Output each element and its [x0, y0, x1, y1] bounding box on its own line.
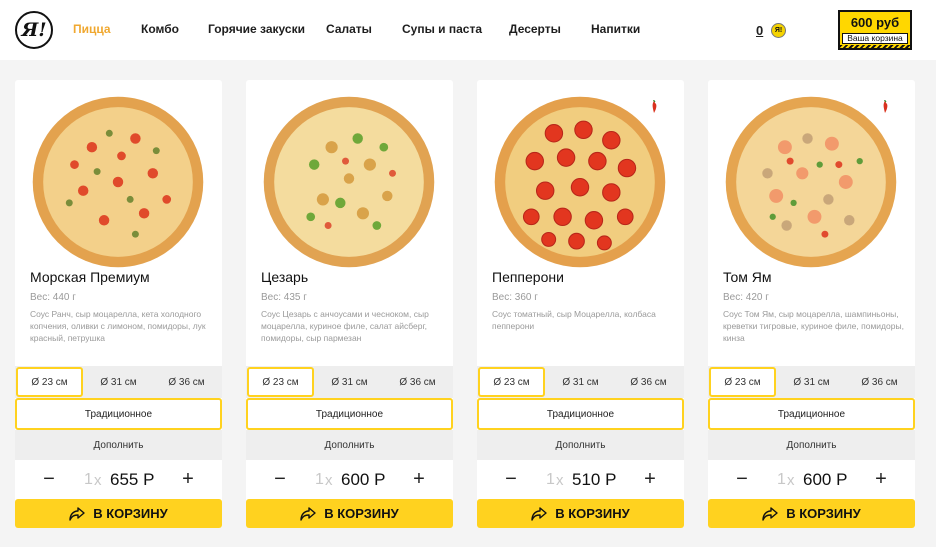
product-card: Том Ям Вес: 420 г Соус Том Ям, сыр моцар… — [708, 80, 915, 528]
cart-button[interactable]: 600 руб Ваша корзина — [838, 10, 912, 50]
nav-item-desserts[interactable]: Десерты — [509, 22, 561, 36]
product-title[interactable]: Пепперони — [492, 269, 564, 285]
product-weight: Вес: 420 г — [723, 292, 769, 303]
quantity-value: 1 — [546, 471, 555, 488]
cart-label: Ваша корзина — [842, 33, 908, 44]
product-title[interactable]: Цезарь — [261, 269, 308, 285]
arrow-forward-icon — [762, 506, 778, 521]
dough-option[interactable]: Традиционное — [246, 398, 453, 430]
product-weight: Вес: 440 г — [30, 292, 76, 303]
size-selector: Ø 23 см Ø 31 см Ø 36 см — [246, 366, 453, 398]
add-extras-button[interactable]: Дополнить — [246, 430, 453, 460]
arrow-forward-icon — [531, 506, 547, 521]
product-description: Соус томатный, сыр Моцарелла, колбаса пе… — [492, 309, 656, 331]
times-sign: x — [325, 472, 333, 489]
site-header: Я! Пицца Комбо Горячие закуски Салаты Су… — [0, 0, 936, 60]
add-to-cart-label: В КОРЗИНУ — [786, 506, 861, 521]
size-selector: Ø 23 см Ø 31 см Ø 36 см — [15, 366, 222, 398]
product-card: Пепперони Вес: 360 г Соус томатный, сыр … — [477, 80, 684, 528]
add-to-cart-label: В КОРЗИНУ — [324, 506, 399, 521]
quantity-value: 1 — [84, 471, 93, 488]
product-price: 600 Р — [803, 470, 848, 489]
increase-button[interactable]: + — [404, 464, 434, 494]
add-extras-button[interactable]: Дополнить — [15, 430, 222, 460]
bonus-coin-icon: Я! — [771, 23, 786, 38]
size-option-23[interactable]: Ø 23 см — [478, 367, 545, 397]
dough-option[interactable]: Традиционное — [477, 398, 684, 430]
size-option-31[interactable]: Ø 31 см — [85, 367, 152, 397]
pizza-image[interactable] — [493, 95, 667, 269]
quantity-row: − 1 x 655 Р + — [15, 460, 222, 499]
decrease-button[interactable]: − — [265, 464, 295, 494]
times-sign: x — [556, 472, 564, 489]
add-to-cart-button[interactable]: В КОРЗИНУ — [246, 499, 453, 528]
decrease-button[interactable]: − — [727, 464, 757, 494]
add-extras-button[interactable]: Дополнить — [708, 430, 915, 460]
bonus-count[interactable]: 0 — [756, 23, 763, 38]
nav-item-salads[interactable]: Салаты — [326, 22, 372, 36]
dough-option[interactable]: Традиционное — [15, 398, 222, 430]
size-option-31[interactable]: Ø 31 см — [547, 367, 614, 397]
product-description: Соус Цезарь с анчоусами и чесноком, сыр … — [261, 309, 429, 343]
pizza-image[interactable] — [31, 95, 205, 269]
add-to-cart-label: В КОРЗИНУ — [555, 506, 630, 521]
nav-item-combo[interactable]: Комбо — [141, 22, 179, 36]
size-option-36[interactable]: Ø 36 см — [615, 367, 682, 397]
product-price: 510 Р — [572, 470, 617, 489]
arrow-forward-icon — [69, 506, 85, 521]
decrease-button[interactable]: − — [34, 464, 64, 494]
quantity-row: − 1 x 600 Р + — [246, 460, 453, 499]
product-price: 600 Р — [341, 470, 386, 489]
product-title[interactable]: Том Ям — [723, 269, 772, 285]
nav-item-drinks[interactable]: Напитки — [591, 22, 640, 36]
add-to-cart-button[interactable]: В КОРЗИНУ — [477, 499, 684, 528]
product-description: Соус Том Ям, сыр моцарелла, шампиньоны, … — [723, 309, 904, 343]
size-option-23[interactable]: Ø 23 см — [247, 367, 314, 397]
nav-item-soups-pasta[interactable]: Супы и паста — [402, 22, 482, 36]
arrow-forward-icon — [300, 506, 316, 521]
product-weight: Вес: 435 г — [261, 292, 307, 303]
increase-button[interactable]: + — [635, 464, 665, 494]
size-selector: Ø 23 см Ø 31 см Ø 36 см — [477, 366, 684, 398]
quantity-row: − 1 x 600 Р + — [708, 460, 915, 499]
times-sign: x — [787, 472, 795, 489]
quantity-value: 1 — [315, 471, 324, 488]
size-selector: Ø 23 см Ø 31 см Ø 36 см — [708, 366, 915, 398]
size-option-36[interactable]: Ø 36 см — [153, 367, 220, 397]
pizza-image[interactable] — [262, 95, 436, 269]
increase-button[interactable]: + — [866, 464, 896, 494]
nav-item-pizza[interactable]: Пицца — [73, 22, 111, 36]
size-option-36[interactable]: Ø 36 см — [384, 367, 451, 397]
quantity-row: − 1 x 510 Р + — [477, 460, 684, 499]
add-to-cart-button[interactable]: В КОРЗИНУ — [708, 499, 915, 528]
cart-zigzag-decoration — [840, 45, 910, 48]
decrease-button[interactable]: − — [496, 464, 526, 494]
cart-total: 600 руб — [850, 15, 900, 30]
product-price: 655 Р — [110, 470, 155, 489]
size-option-23[interactable]: Ø 23 см — [16, 367, 83, 397]
size-option-31[interactable]: Ø 31 см — [778, 367, 845, 397]
size-option-23[interactable]: Ø 23 см — [709, 367, 776, 397]
add-extras-button[interactable]: Дополнить — [477, 430, 684, 460]
product-card: Морская Премиум Вес: 440 г Соус Ранч, сы… — [15, 80, 222, 528]
product-title[interactable]: Морская Премиум — [30, 269, 150, 285]
size-option-36[interactable]: Ø 36 см — [846, 367, 913, 397]
increase-button[interactable]: + — [173, 464, 203, 494]
add-to-cart-button[interactable]: В КОРЗИНУ — [15, 499, 222, 528]
spicy-pepper-icon — [883, 100, 888, 113]
add-to-cart-label: В КОРЗИНУ — [93, 506, 168, 521]
pizza-image[interactable] — [724, 95, 898, 269]
product-description: Соус Ранч, сыр моцарелла, кета холодного… — [30, 309, 206, 343]
quantity-value: 1 — [777, 471, 786, 488]
dough-option[interactable]: Традиционное — [708, 398, 915, 430]
product-weight: Вес: 360 г — [492, 292, 538, 303]
spicy-pepper-icon — [652, 100, 657, 113]
times-sign: x — [94, 472, 102, 489]
logo[interactable]: Я! — [15, 11, 53, 49]
nav-item-hot-snacks[interactable]: Горячие закуски — [208, 22, 305, 36]
size-option-31[interactable]: Ø 31 см — [316, 367, 383, 397]
product-card: Цезарь Вес: 435 г Соус Цезарь с анчоусам… — [246, 80, 453, 528]
